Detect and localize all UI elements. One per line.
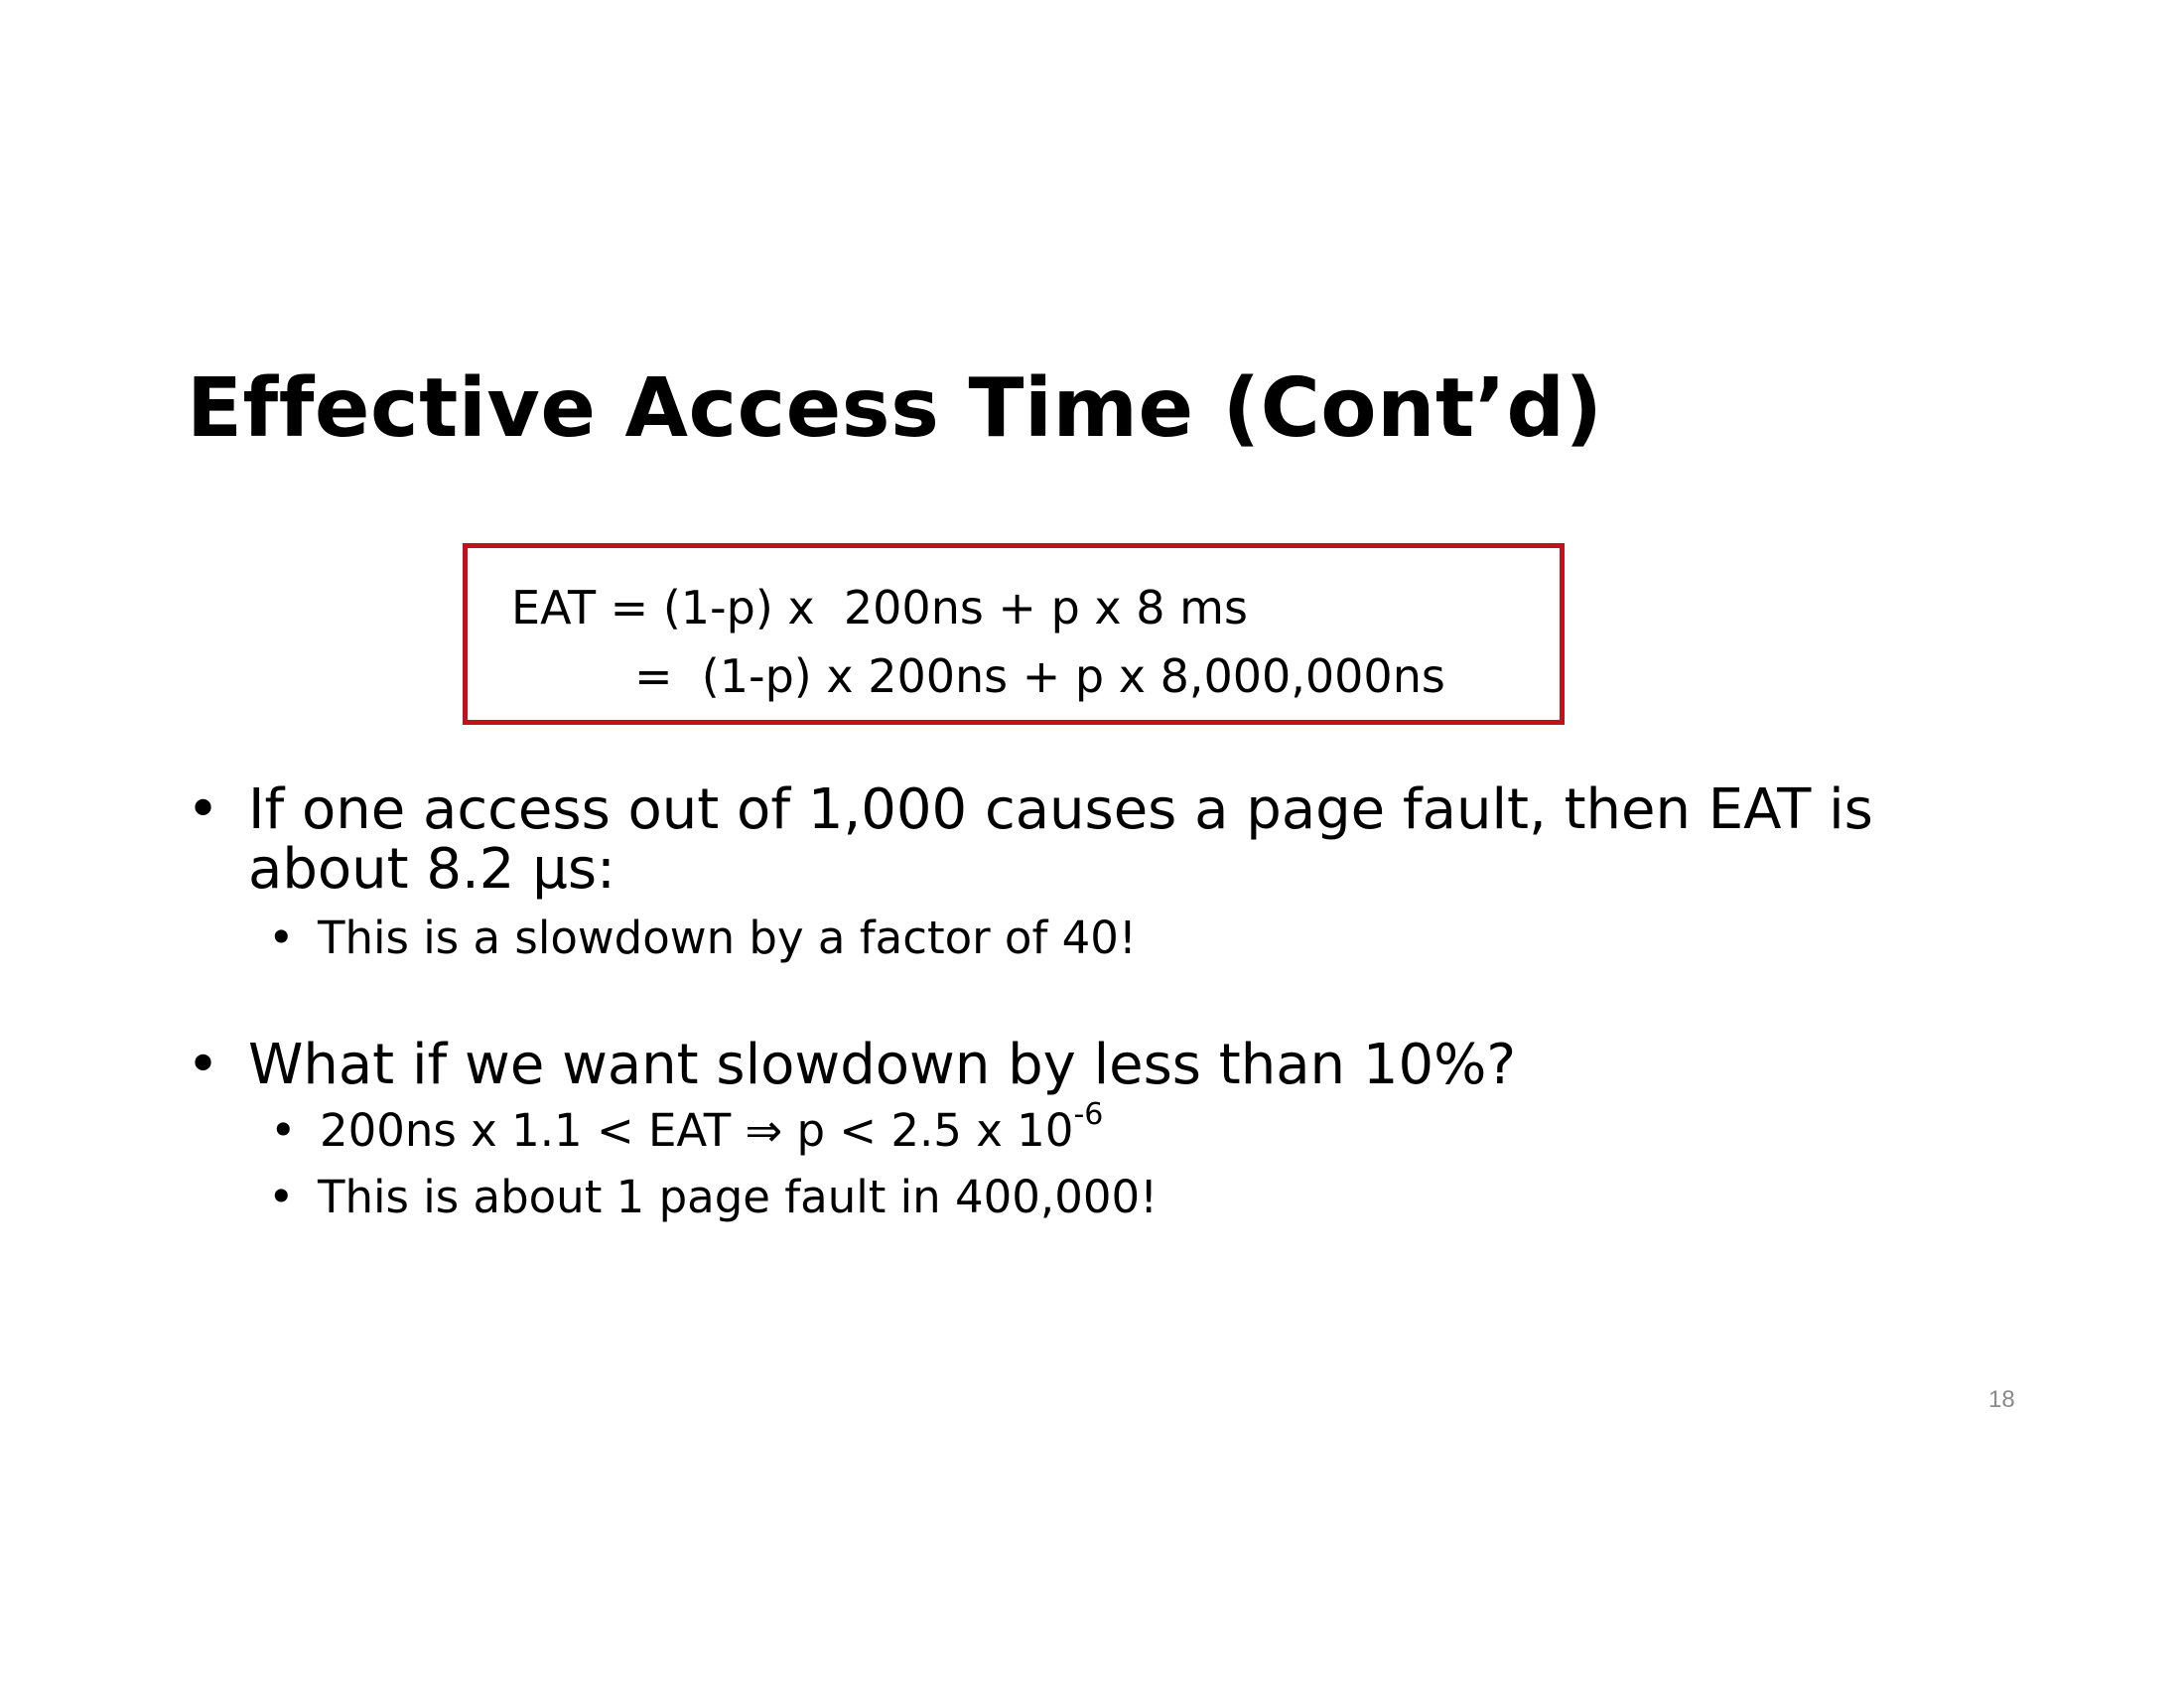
sub-bullet-text: 200ns x 1.1 < EAT ⇒ p < 2.5 x 10 <box>320 1104 1074 1157</box>
slide-title: Effective Access Time (Cont’d) <box>187 361 1603 456</box>
sub-bullet-dot-icon: • <box>268 1171 295 1223</box>
bullet-continuation: about 8.2 μs: <box>248 839 615 901</box>
page-number: 18 <box>1988 1386 2015 1413</box>
sub-bullet-slowdown: • This is a slowdown by a factor of 40! <box>268 911 1137 966</box>
bullet-dot-icon: • <box>187 777 220 842</box>
bullet-text: If one access out of 1,000 causes a page… <box>248 777 1873 842</box>
sub-bullet-text: This is a slowdown by a factor of 40! <box>318 912 1137 964</box>
exponent-superscript: -6 <box>1073 1097 1104 1132</box>
formula-line-2: = (1-p) x 200ns + p x 8,000,000ns <box>634 649 1445 703</box>
bullet-dot-icon: • <box>187 1033 220 1097</box>
bullet-page-fault-rate: • If one access out of 1,000 causes a pa… <box>187 777 1873 842</box>
bullet-target-slowdown: • What if we want slowdown by less than … <box>187 1033 1517 1097</box>
sub-bullet-fault-frequency: • This is about 1 page fault in 400,000! <box>268 1170 1159 1225</box>
bullet-continuation-text: about 8.2 μs: <box>248 837 615 902</box>
sub-bullet-dot-icon: • <box>270 1104 297 1157</box>
bullet-text: What if we want slowdown by less than 10… <box>248 1033 1517 1097</box>
sub-bullet-text: This is about 1 page fault in 400,000! <box>318 1171 1159 1223</box>
sub-bullet-dot-icon: • <box>268 912 295 964</box>
sub-bullet-inequality: • 200ns x 1.1 < EAT ⇒ p < 2.5 x 10-6 <box>270 1100 1103 1159</box>
formula-box: EAT = (1-p) x 200ns + p x 8 ms = (1-p) x… <box>463 543 1565 725</box>
formula-line-1: EAT = (1-p) x 200ns + p x 8 ms <box>511 581 1248 634</box>
